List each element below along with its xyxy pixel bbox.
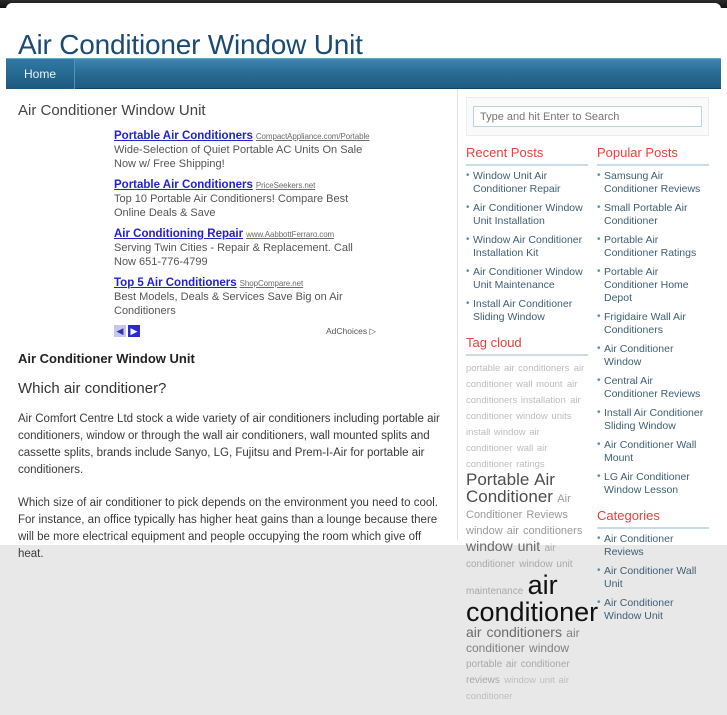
adchoices-icon: ▷ bbox=[369, 325, 376, 336]
ad-next-arrow-icon[interactable]: ▶ bbox=[128, 325, 140, 337]
ad-title-link[interactable]: Portable Air Conditioners bbox=[114, 179, 253, 191]
main-column: Air Conditioner Window Unit Portable Air… bbox=[6, 89, 458, 560]
tag-link[interactable]: Portable Air Conditioner bbox=[466, 470, 555, 506]
content-wrapper: Air Conditioner Window Unit Portable Air… bbox=[6, 89, 721, 702]
nav-item-home[interactable]: Home bbox=[6, 59, 76, 89]
tag-cloud-list: portable air conditioners air conditione… bbox=[466, 360, 598, 704]
list-item[interactable]: Install Air Conditioner Sliding Window bbox=[597, 406, 709, 433]
ad-pagination: ◀ ▶ bbox=[114, 325, 140, 337]
sidebar: Recent Posts Window Unit Air Conditioner… bbox=[458, 89, 715, 702]
nav-empty-space bbox=[75, 59, 721, 89]
ad-url-link[interactable]: www.AabbottFerraro.com bbox=[246, 230, 334, 239]
ad-headline: Portable Air Conditioners CompactApplianc… bbox=[114, 129, 376, 144]
list-item[interactable]: Air Conditioner Window Unit Installation bbox=[466, 201, 588, 228]
list-item[interactable]: Air Conditioner Wall Unit bbox=[597, 564, 709, 591]
ad-headline: Air Conditioning Repair www.AabbottFerrar… bbox=[114, 227, 376, 242]
list-item[interactable]: Samsung Air Conditioner Reviews bbox=[597, 169, 709, 196]
adchoices-label: AdChoices bbox=[325, 325, 368, 336]
list-item[interactable]: Portable Air Conditioner Home Depot bbox=[597, 265, 709, 305]
ad-title-link[interactable]: Portable Air Conditioners bbox=[114, 130, 253, 142]
tag-cloud-title: Tag cloud bbox=[466, 335, 588, 356]
ad-title-link[interactable]: Top 5 Air Conditioners bbox=[114, 277, 237, 289]
site-header: Air Conditioner Window Unit bbox=[6, 3, 721, 58]
categories-title: Categories bbox=[597, 508, 709, 529]
list-item[interactable]: Air Conditioner Reviews bbox=[597, 532, 709, 559]
popular-posts-list: Samsung Air Conditioner Reviews Small Po… bbox=[597, 169, 709, 497]
list-item[interactable]: Frigidaire Wall Air Conditioners bbox=[597, 310, 709, 337]
list-item[interactable]: Central Air Conditioner Reviews bbox=[597, 374, 709, 401]
entry-title: Air Conditioner Window Unit bbox=[18, 102, 206, 119]
ad-prev-arrow-icon[interactable]: ◀ bbox=[114, 325, 126, 337]
ad-item: Portable Air Conditioners PriceSeekers.ne… bbox=[114, 178, 376, 220]
sidebar-right-column: Popular Posts Samsung Air Conditioner Re… bbox=[597, 145, 709, 715]
list-item[interactable]: Air Conditioner Window bbox=[597, 342, 709, 369]
ad-headline: Top 5 Air Conditioners ShopCompare.net bbox=[114, 276, 376, 291]
sidebar-left-column: Recent Posts Window Unit Air Conditioner… bbox=[466, 145, 598, 715]
post-heading: Which air conditioner? bbox=[18, 380, 167, 397]
post-title: Air Conditioner Window Unit bbox=[18, 351, 195, 366]
ad-description: Wide-Selection of Quiet Portable AC Unit… bbox=[114, 144, 363, 170]
post-paragraph: Which size of air conditioner to pick de… bbox=[18, 497, 438, 560]
ad-footer: ◀ ▶ AdChoices ▷ bbox=[114, 325, 376, 337]
list-item[interactable]: Portable Air Conditioner Ratings bbox=[597, 233, 709, 260]
tag-link[interactable]: air conditioners bbox=[466, 624, 562, 640]
tag-link[interactable]: window air conditioners bbox=[466, 525, 582, 537]
page-root: Air Conditioner Window Unit Home Air Con… bbox=[0, 0, 727, 702]
list-item[interactable]: Small Portable Air Conditioner bbox=[597, 201, 709, 228]
recent-posts-widget: Recent Posts Window Unit Air Conditioner… bbox=[466, 145, 588, 324]
ad-description: Top 10 Portable Air Conditioners! Compar… bbox=[114, 193, 349, 219]
categories-list: Air Conditioner Reviews Air Conditioner … bbox=[597, 532, 709, 623]
list-item[interactable]: Air Conditioner Wall Mount bbox=[597, 438, 709, 465]
recent-posts-list: Window Unit Air Conditioner Repair Air C… bbox=[466, 169, 588, 324]
list-item[interactable]: Install Air Conditioner Sliding Window bbox=[466, 297, 588, 324]
ad-item: Top 5 Air Conditioners ShopCompare.net Be… bbox=[114, 276, 376, 318]
recent-posts-title: Recent Posts bbox=[466, 145, 588, 166]
ad-url-link[interactable]: CompactAppliance.com/Portable bbox=[256, 132, 370, 141]
ad-url-link[interactable]: PriceSeekers.net bbox=[256, 181, 315, 190]
tag-cloud-widget: Tag cloud portable air conditioners air … bbox=[466, 335, 598, 704]
list-item[interactable]: Window Unit Air Conditioner Repair bbox=[466, 169, 588, 196]
list-item[interactable]: Air Conditioner Window Unit Maintenance bbox=[466, 265, 588, 292]
main-navigation: Home bbox=[6, 58, 721, 89]
tag-link[interactable]: window unit bbox=[466, 538, 540, 554]
ad-block: Portable Air Conditioners CompactApplianc… bbox=[114, 129, 376, 337]
popular-posts-widget: Popular Posts Samsung Air Conditioner Re… bbox=[597, 145, 709, 497]
search-widget bbox=[466, 97, 709, 136]
list-item[interactable]: Window Air Conditioner Installation Kit bbox=[466, 233, 588, 260]
ad-description: Serving Twin Cities - Repair & Replaceme… bbox=[114, 242, 353, 268]
list-item[interactable]: Air Conditioner Window Unit bbox=[597, 596, 709, 623]
ad-item: Portable Air Conditioners CompactApplianc… bbox=[114, 129, 376, 171]
adchoices-link[interactable]: AdChoices ▷ bbox=[326, 326, 376, 337]
ad-item: Air Conditioning Repair www.AabbottFerrar… bbox=[114, 227, 376, 269]
ad-title-link[interactable]: Air Conditioning Repair bbox=[114, 228, 243, 240]
ad-description: Best Models, Deals & Services Save Big o… bbox=[114, 291, 343, 317]
tag-link[interactable]: air conditioner bbox=[466, 570, 598, 627]
tag-link[interactable]: portable air conditioners bbox=[466, 363, 569, 374]
categories-widget: Categories Air Conditioner Reviews Air C… bbox=[597, 508, 709, 623]
popular-posts-title: Popular Posts bbox=[597, 145, 709, 166]
sidebar-columns: Recent Posts Window Unit Air Conditioner… bbox=[466, 145, 709, 715]
ad-url-link[interactable]: ShopCompare.net bbox=[240, 279, 304, 288]
ad-headline: Portable Air Conditioners PriceSeekers.ne… bbox=[114, 178, 376, 193]
list-item[interactable]: LG Air Conditioner Window Lesson bbox=[597, 470, 709, 497]
post-paragraph: Air Comfort Centre Ltd stock a wide vari… bbox=[18, 413, 440, 476]
search-input[interactable] bbox=[473, 106, 702, 127]
site-title: Air Conditioner Window Unit bbox=[18, 28, 363, 58]
